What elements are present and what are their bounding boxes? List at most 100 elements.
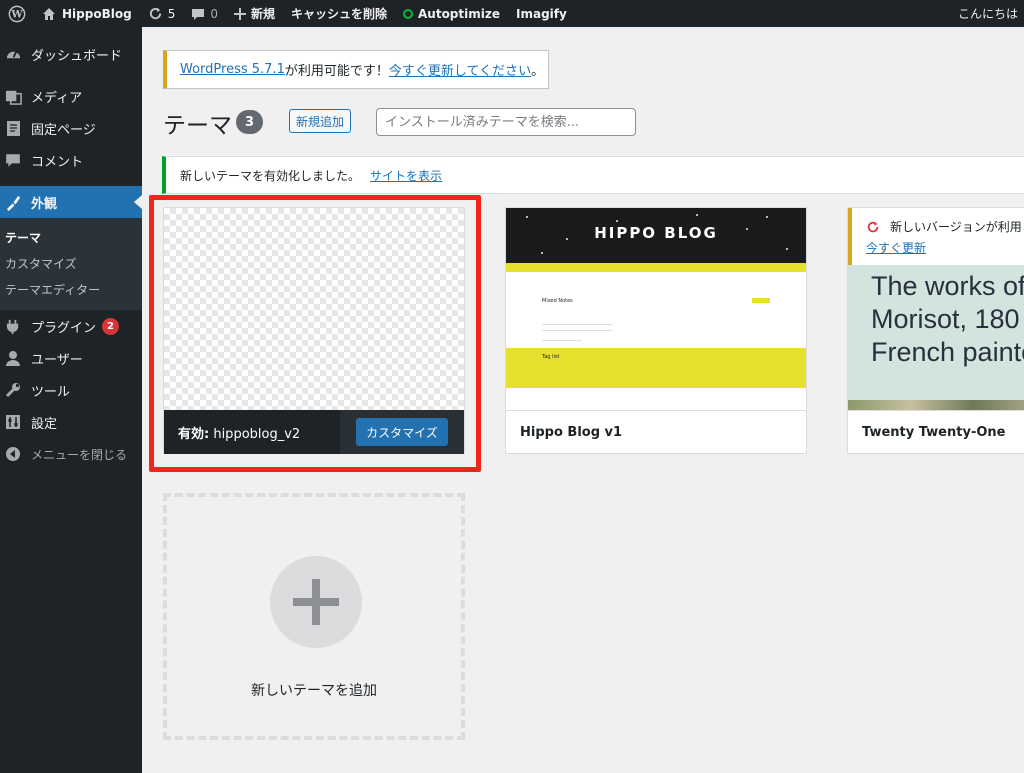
hippo-preview-footer-title: Tag list — [542, 354, 560, 360]
hippo-preview-footer: Tag list — [506, 348, 806, 388]
dashboard-icon — [4, 45, 22, 63]
menu-pages[interactable]: 固定ページ — [0, 112, 142, 144]
updates-link[interactable]: 5 — [140, 0, 184, 27]
theme-update-link[interactable]: 今すぐ更新 — [866, 239, 1024, 256]
view-site-link[interactable]: サイトを表示 — [370, 167, 442, 184]
theme-card-twenty-twenty-one[interactable]: The works of Morisot, 180 French painte … — [847, 207, 1024, 454]
theme-search-input[interactable] — [376, 108, 636, 136]
menu-label: メニューを閉じる — [31, 447, 128, 462]
imagify-label: Imagify — [516, 6, 567, 21]
menu-settings[interactable]: 設定 — [0, 406, 142, 438]
my-account-link[interactable]: こんにちは — [958, 0, 1024, 27]
theme-count-badge: 3 — [236, 110, 263, 134]
hippo-preview-logo: HIPPO BLOG — [594, 224, 718, 242]
collapse-icon — [4, 445, 22, 463]
svg-text:W: W — [10, 9, 23, 20]
tto-preview-text: The works of Morisot, 180 French painte — [871, 270, 1024, 369]
submenu-customize[interactable]: カスタマイズ — [0, 250, 142, 276]
comments-count: 0 — [210, 6, 218, 21]
theme-card-hippo-blog[interactable]: HIPPO BLOG Mixed Notes Tag list Hippo Bl… — [505, 207, 807, 454]
plus-icon — [270, 556, 362, 648]
update-notice: WordPress 5.7.1 が利用可能です！ 今すぐ更新してください 。 — [163, 50, 549, 89]
clear-cache-link[interactable]: キャッシュを削除 — [283, 0, 395, 27]
plugins-update-badge: 2 — [102, 317, 120, 335]
menu-collapse[interactable]: メニューを閉じる — [0, 438, 142, 470]
theme-name: Twenty Twenty-One — [862, 425, 1006, 440]
appearance-submenu: テーマ カスタマイズ テーマエディター — [0, 218, 142, 310]
clear-cache-label: キャッシュを削除 — [290, 7, 387, 21]
hippo-preview-post-title: Mixed Notes — [542, 298, 573, 304]
tto-line: French painte — [871, 337, 1024, 367]
menu-appearance[interactable]: 外観 — [0, 186, 142, 218]
menu-label: 設定 — [31, 416, 58, 432]
comment-icon — [4, 151, 22, 169]
theme-update-text: 新しいバージョンが利用 — [890, 220, 1022, 234]
tto-preview-image — [848, 400, 1024, 410]
hippo-preview-header: HIPPO BLOG — [506, 208, 806, 263]
greeting: こんにちは — [957, 7, 1018, 21]
menu-users[interactable]: ユーザー — [0, 342, 142, 374]
menu-label: 外観 — [31, 196, 58, 212]
submenu-theme-editor[interactable]: テーマエディター — [0, 276, 142, 302]
wordpress-version-link[interactable]: WordPress 5.7.1 — [180, 62, 285, 77]
menu-media[interactable]: メディア — [0, 80, 142, 112]
admin-bar: W HippoBlog 5 0 新規 キャッシュを削除 Autoptimize … — [0, 0, 1024, 27]
imagify-link[interactable]: Imagify — [508, 0, 575, 27]
menu-label: 固定ページ — [31, 122, 96, 138]
wordpress-logo-button[interactable]: W — [0, 0, 34, 27]
appearance-icon — [4, 193, 22, 211]
menu-label: コメント — [31, 154, 84, 170]
wordpress-icon: W — [8, 5, 26, 22]
menu-label: ツール — [31, 384, 71, 400]
menu-comments[interactable]: コメント — [0, 144, 142, 176]
tto-line: Morisot, 180 — [871, 304, 1020, 334]
settings-icon — [4, 413, 22, 431]
update-text: が利用可能です！ — [284, 64, 389, 79]
menu-plugins[interactable]: プラグイン 2 — [0, 310, 142, 342]
site-name: HippoBlog — [62, 6, 132, 21]
admin-sidebar: ダッシュボード メディア 固定ページ コメント 外観 テーマ カスタマイズ テー… — [0, 27, 142, 773]
tto-line: The works of — [871, 271, 1024, 301]
theme-update-banner: 新しいバージョンが利用 今すぐ更新 — [848, 208, 1024, 265]
site-name-link[interactable]: HippoBlog — [34, 0, 140, 27]
submenu-themes[interactable]: テーマ — [0, 224, 142, 250]
menu-dashboard[interactable]: ダッシュボード — [0, 38, 142, 70]
new-content-link[interactable]: 新規 — [226, 0, 283, 27]
page-title: テーマ — [163, 113, 232, 139]
add-new-theme-label: 新しいテーマを追加 — [251, 683, 377, 699]
plus-icon — [233, 7, 246, 20]
tool-icon — [4, 381, 22, 399]
update-end: 。 — [531, 64, 545, 79]
user-icon — [4, 349, 22, 367]
activated-text: 新しいテーマを有効化しました。 — [180, 168, 361, 183]
add-new-theme-button[interactable]: 新規追加 — [289, 109, 352, 133]
menu-label: メディア — [31, 90, 83, 106]
menu-tools[interactable]: ツール — [0, 374, 142, 406]
new-label: 新規 — [250, 7, 275, 21]
menu-label: プラグイン — [31, 320, 97, 336]
hippo-preview-body: Mixed Notes — [506, 272, 806, 348]
theme-name-bar: Twenty Twenty-One — [848, 410, 1024, 454]
hippo-preview-nav — [506, 263, 806, 272]
twenty-twenty-one-screenshot: The works of Morisot, 180 French painte … — [848, 208, 1024, 410]
activated-notice: 新しいテーマを有効化しました。 サイトを表示 — [162, 156, 1024, 194]
page-icon — [4, 119, 22, 137]
menu-label: ダッシュボード — [31, 48, 123, 64]
plugin-icon — [4, 317, 22, 335]
refresh-icon — [149, 7, 161, 20]
update-icon — [867, 221, 879, 232]
highlight-frame — [149, 195, 481, 472]
menu-label: ユーザー — [31, 352, 83, 368]
theme-name: Hippo Blog v1 — [520, 425, 623, 440]
home-icon — [43, 7, 55, 20]
autoptimize-link[interactable]: Autoptimize — [395, 0, 508, 27]
media-icon — [4, 87, 22, 105]
updates-count: 5 — [167, 6, 176, 21]
theme-name-bar: Hippo Blog v1 — [506, 410, 806, 454]
comment-icon — [192, 8, 205, 20]
add-new-theme-card[interactable]: 新しいテーマを追加 — [163, 493, 465, 740]
update-now-link[interactable]: 今すぐ更新してください — [389, 60, 531, 79]
status-dot-icon — [403, 8, 413, 19]
autoptimize-label: Autoptimize — [418, 6, 500, 21]
comments-link[interactable]: 0 — [183, 0, 226, 27]
